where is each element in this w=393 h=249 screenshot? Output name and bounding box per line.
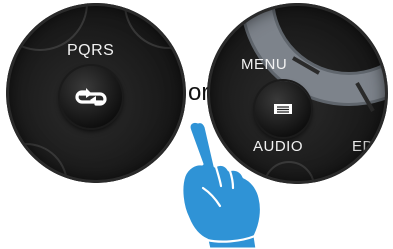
neighbor-button-outline xyxy=(124,3,186,49)
edit-label-partial: ED xyxy=(352,138,374,155)
neighbor-button-outline xyxy=(6,143,68,183)
repeat-arrows-icon xyxy=(75,88,107,106)
repeat-button[interactable] xyxy=(60,66,122,128)
menu-label: MENU xyxy=(241,56,288,73)
pqrs-label: PQRS xyxy=(67,42,115,59)
pointing-hand-icon xyxy=(180,120,263,249)
left-remote-closeup: PQRS xyxy=(6,3,186,183)
instruction-graphic: PQRS or MENU AUDIO ED xyxy=(0,0,393,249)
